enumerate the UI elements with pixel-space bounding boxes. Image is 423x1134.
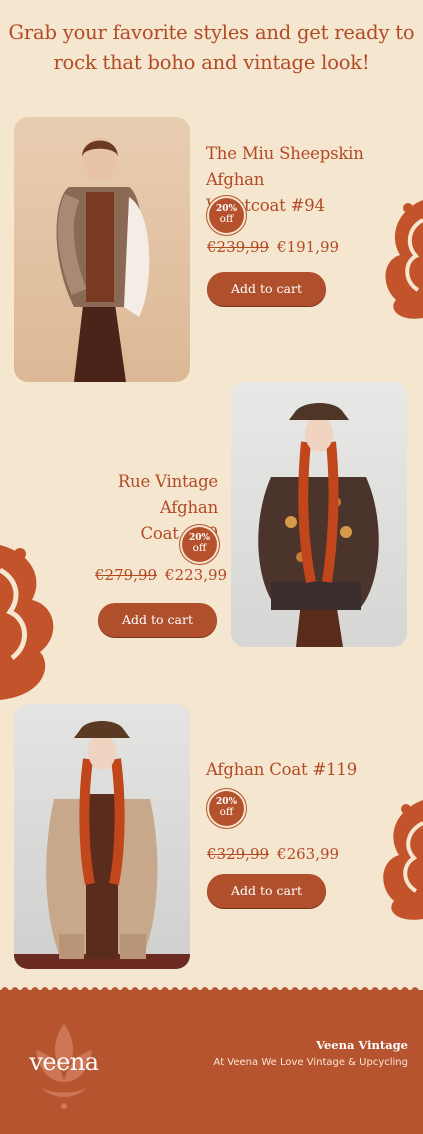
new-price-2: €223,99 <box>165 566 228 584</box>
product-title-1-line-1: The Miu Sheepskin Afghan <box>206 144 364 189</box>
add-to-cart-button-2[interactable]: Add to cart <box>98 603 217 637</box>
embroidered-coat-photo-icon <box>258 403 379 647</box>
old-price-3: €329,99 <box>207 845 270 863</box>
headline-line-1: Grab your favorite styles and get ready … <box>8 21 415 44</box>
old-price-2: €279,99 <box>95 566 158 584</box>
footer: veena Veena Vintage At Veena We Love Vin… <box>0 990 423 1134</box>
add-to-cart-button-1[interactable]: Add to cart <box>207 272 326 306</box>
price-2: €279,99 €223,99 <box>95 566 227 584</box>
brand-tagline: At Veena We Love Vintage & Upcycling <box>213 1057 408 1068</box>
brand-name: Veena Vintage <box>316 1038 408 1052</box>
new-price-3: €263,99 <box>277 845 340 863</box>
product-title-3[interactable]: Afghan Coat #119 <box>206 757 357 783</box>
headline-line-2: rock that boho and vintage look! <box>53 51 370 74</box>
discount-badge-1: 20% off <box>209 198 244 233</box>
price-1: €239,99 €191,99 <box>207 238 339 256</box>
add-to-cart-button-3[interactable]: Add to cart <box>207 874 326 908</box>
discount-badge-2: 20% off <box>182 527 217 562</box>
long-coat-photo-icon <box>14 721 190 969</box>
new-price-1: €191,99 <box>277 238 340 256</box>
veena-logo[interactable]: veena <box>22 1020 106 1110</box>
headline: Grab your favorite styles and get ready … <box>0 18 423 78</box>
product-title-3-line-1: Afghan Coat #119 <box>206 760 358 779</box>
paisley-ornament-right-2 <box>383 800 423 920</box>
paisley-ornament-left <box>0 545 54 700</box>
product-photo-embroidered-coat[interactable] <box>231 382 407 647</box>
product-title-2-line-1: Rue Vintage Afghan <box>117 472 218 517</box>
discount-badge-1-off: off <box>219 213 234 225</box>
old-price-1: €239,99 <box>207 238 270 256</box>
product-photo-waistcoat[interactable] <box>14 117 190 382</box>
product-photo-long-coat[interactable] <box>14 704 190 969</box>
discount-badge-3-off: off <box>219 806 234 818</box>
logo-wordmark: veena <box>29 1048 99 1076</box>
discount-badge-3: 20% off <box>209 791 244 826</box>
discount-badge-2-off: off <box>192 542 207 554</box>
waistcoat-photo-icon <box>56 137 150 382</box>
price-3: €329,99 €263,99 <box>207 845 339 863</box>
